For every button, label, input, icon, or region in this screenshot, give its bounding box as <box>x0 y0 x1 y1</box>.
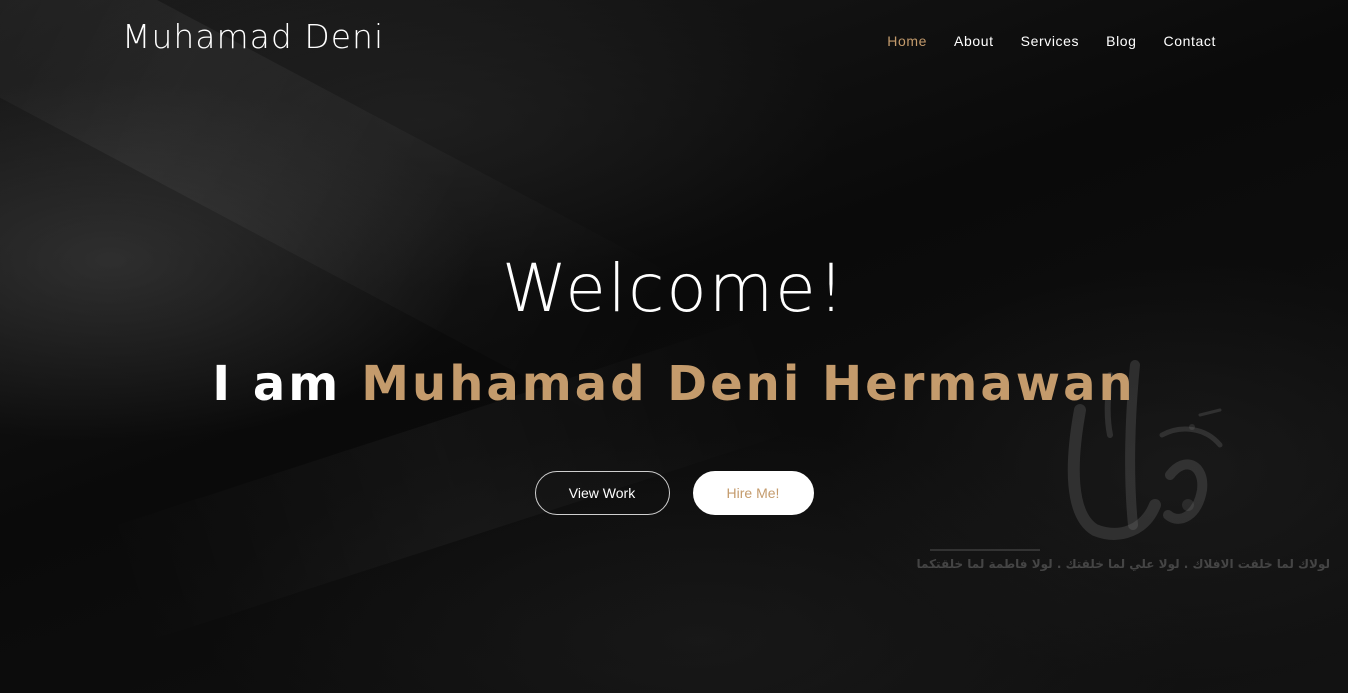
nav-item-home: Home <box>887 31 927 50</box>
welcome-heading: Welcome! <box>501 250 847 327</box>
view-work-button[interactable]: View Work <box>534 471 670 515</box>
nav-menu: Home About Services Blog Contact <box>887 31 1216 50</box>
nav-link-services[interactable]: Services <box>1021 33 1079 49</box>
intro-lead: I am <box>212 356 342 412</box>
hero-section: لولاك لما خلقت الافلاك . لولا علي لما خل… <box>0 0 1348 693</box>
calligraphy-inscription: لولاك لما خلقت الافلاك . لولا علي لما خل… <box>916 557 1330 571</box>
nav-item-about: About <box>954 31 994 50</box>
nav-item-contact: Contact <box>1164 31 1216 50</box>
intro-name: Muhamad Deni Hermawan <box>361 356 1136 412</box>
nav-link-about[interactable]: About <box>954 33 994 49</box>
hero-buttons: View Work Hire Me! <box>0 471 1348 515</box>
nav-link-home[interactable]: Home <box>887 33 927 49</box>
hire-me-button[interactable]: Hire Me! <box>692 471 814 515</box>
nav-item-services: Services <box>1021 31 1079 50</box>
nav-item-blog: Blog <box>1106 31 1136 50</box>
brand-logo[interactable]: Muhamad Deni <box>122 17 384 56</box>
nav-link-contact[interactable]: Contact <box>1164 33 1216 49</box>
intro-heading: I am Muhamad Deni Hermawan <box>0 356 1348 412</box>
nav-link-blog[interactable]: Blog <box>1106 33 1136 49</box>
top-navbar: Muhamad Deni Home About Services Blog Co… <box>0 0 1348 80</box>
